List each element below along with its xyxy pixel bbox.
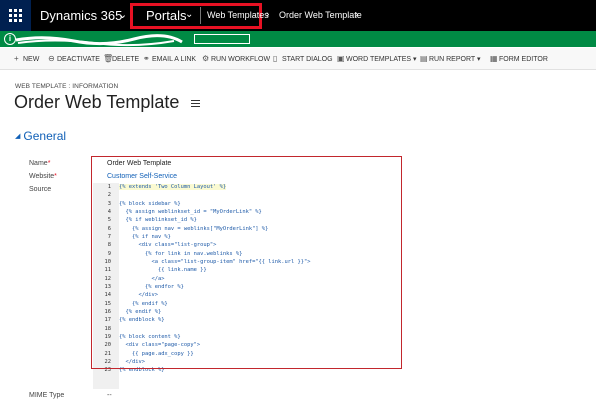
workflow-icon: ⚙	[202, 54, 210, 63]
form-editor-button[interactable]: ▦FORM EDITOR	[490, 54, 548, 63]
name-label: Name*	[29, 160, 51, 167]
run-report-button[interactable]: ▤RUN REPORT ▾	[420, 54, 481, 63]
brand-chevron-icon[interactable]: ⌄	[118, 8, 127, 21]
word-templates-button[interactable]: ▣WORD TEMPLATES ▾	[337, 54, 417, 63]
app-launcher-button[interactable]	[0, 0, 31, 31]
start-dialog-button[interactable]: ▯ START DIALOG	[273, 54, 333, 63]
brand-label[interactable]: Dynamics 365	[40, 8, 122, 23]
breadcrumb-web-templates[interactable]: Web Templates	[207, 10, 269, 20]
nav-divider	[200, 7, 201, 24]
entity-form-label: WEB TEMPLATE : INFORMATION	[15, 83, 119, 90]
link-icon: ⚭	[143, 54, 150, 63]
required-indicator: *	[47, 160, 51, 167]
highlight-box-form	[91, 156, 402, 369]
deactivate-button[interactable]: ⊖ DEACTIVATE	[48, 54, 100, 63]
top-nav-bar: Dynamics 365 ⌄ Portals ⌄ Web Templates ›…	[0, 0, 596, 31]
run-workflow-button[interactable]: ⚙ RUN WORKFLOW	[202, 54, 270, 63]
notification-action-button[interactable]	[194, 34, 250, 44]
form-icon: ▦	[490, 54, 498, 63]
mime-type-field[interactable]: --	[107, 392, 112, 399]
plus-icon: +	[14, 54, 19, 63]
word-icon: ▣	[337, 54, 345, 63]
new-button[interactable]: + NEW	[14, 54, 39, 63]
report-icon: ▤	[420, 54, 428, 63]
email-a-link-button[interactable]: ⚭ EMAIL A LINK	[143, 54, 196, 63]
breadcrumb-separator-icon: ›	[266, 9, 270, 20]
mime-type-label: MIME Type	[29, 392, 65, 399]
waffle-icon	[9, 9, 22, 22]
website-label: Website*	[29, 173, 57, 180]
deactivate-icon: ⊖	[48, 54, 55, 63]
required-indicator: *	[54, 173, 57, 180]
trash-icon: 🗑	[103, 54, 114, 63]
collapse-triangle-icon: ◢	[15, 133, 21, 140]
breadcrumb-current-record[interactable]: Order Web Template	[279, 10, 362, 20]
page-title: Order Web Template	[14, 92, 180, 112]
delete-button[interactable]: 🗑DELETE	[103, 54, 139, 63]
dialog-icon: ▯	[273, 54, 278, 63]
section-general-header[interactable]: ◢ General	[15, 129, 66, 143]
form-selector-menu-icon[interactable]	[191, 100, 200, 107]
redacted-scribble	[15, 34, 183, 47]
source-label: Source	[29, 186, 52, 193]
breadcrumb-chevron-icon[interactable]: ›	[355, 9, 358, 20]
command-bar: + NEW ⊖ DEACTIVATE 🗑DELETE ⚭ EMAIL A LINK ⚙…	[0, 48, 596, 70]
